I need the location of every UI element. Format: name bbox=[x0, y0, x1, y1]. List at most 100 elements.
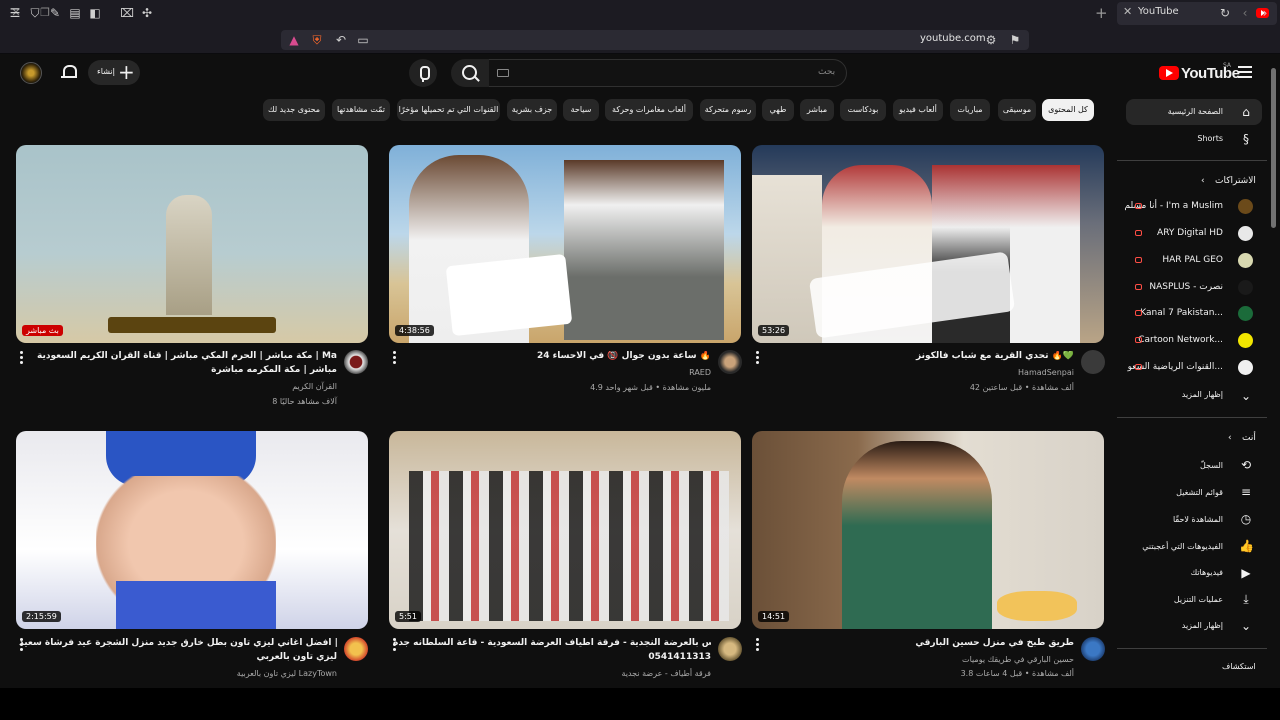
channel-avatar[interactable] bbox=[718, 637, 742, 661]
sidebar-toggle-icon[interactable]: ◧ bbox=[88, 6, 102, 20]
forward-icon[interactable]: › bbox=[1258, 6, 1272, 20]
costume-image bbox=[116, 581, 276, 629]
search-button[interactable] bbox=[451, 59, 489, 87]
sidebar-item-downloads[interactable]: عمليات التنزيل bbox=[1174, 595, 1223, 604]
close-tab-icon[interactable]: ✕ bbox=[1123, 5, 1132, 18]
chip-music[interactable]: موسيقى bbox=[998, 99, 1036, 121]
url-text[interactable]: youtube.com bbox=[920, 33, 986, 44]
channel-name[interactable]: فرقة أطياف - عرضة نجدية bbox=[621, 669, 711, 678]
video-title[interactable]: ليزي تاون | أفضل أغاني ليزي تاون بطل خار… bbox=[19, 638, 337, 648]
chevron-left-icon[interactable]: ‹ bbox=[1201, 176, 1205, 186]
subscriptions-header[interactable]: الاشتراكات bbox=[1215, 176, 1256, 186]
channel-name[interactable]: ليزي تاون بالعربية LazyTown bbox=[237, 669, 337, 678]
browser-tab[interactable]: ✕ YouTube bbox=[1117, 2, 1277, 25]
more-actions-icon[interactable] bbox=[18, 638, 24, 652]
site-settings-icon[interactable]: ⚙ bbox=[984, 33, 998, 47]
video-thumbnail[interactable] bbox=[752, 145, 1104, 343]
video-thumbnail[interactable] bbox=[389, 431, 741, 629]
channel-name[interactable]: HamadSenpai bbox=[1018, 368, 1074, 377]
you-header[interactable]: أنت bbox=[1242, 433, 1256, 443]
reload-icon[interactable]: ↻ bbox=[1218, 6, 1232, 20]
chevron-down-icon[interactable]: ⌄ bbox=[1239, 619, 1253, 633]
channel-name[interactable]: القرآن الكريم bbox=[292, 382, 337, 391]
aria-icon[interactable]: ▲ bbox=[287, 33, 301, 47]
video-title-line2[interactable]: 0541411313 bbox=[393, 652, 711, 662]
voice-search-icon[interactable] bbox=[409, 59, 437, 87]
video-title[interactable]: طريق طبخ في منزل حسين البارقي bbox=[756, 638, 1074, 648]
sidebar-item-history[interactable]: السجلّ bbox=[1200, 461, 1223, 470]
tabs-icon[interactable]: ▤ bbox=[68, 6, 82, 20]
more-actions-icon[interactable] bbox=[754, 351, 760, 365]
screenshot-icon[interactable]: ⌧ bbox=[120, 6, 134, 20]
video-title[interactable]: مكة مباشر | الحرم المكي مباشر | قناة الق… bbox=[37, 351, 337, 361]
chip-live[interactable]: مباشر bbox=[800, 99, 834, 121]
video-thumbnail[interactable] bbox=[16, 431, 368, 629]
channel-avatar[interactable] bbox=[1081, 350, 1105, 374]
show-more-you[interactable]: إظهار المزيد bbox=[1182, 621, 1223, 630]
back-icon[interactable]: ‹ bbox=[1238, 6, 1252, 20]
video-thumbnail[interactable] bbox=[16, 145, 368, 343]
extension-icon[interactable]: ✎ bbox=[48, 6, 62, 20]
undo-icon[interactable]: ↶ bbox=[334, 33, 348, 47]
chevron-left-icon[interactable]: ‹ bbox=[1228, 433, 1232, 443]
video-title[interactable]: 24 ساعة بدون جوال 📵 في الاحساء 🔥 bbox=[411, 351, 711, 361]
bookmark-icon[interactable]: ⚑ bbox=[1008, 33, 1022, 47]
chip-matches[interactable]: مباريات bbox=[950, 99, 990, 121]
chip-podcast[interactable]: بودكاست bbox=[840, 99, 886, 121]
chevron-down-icon[interactable]: ⌄ bbox=[1239, 389, 1253, 403]
chip-cooking[interactable]: طهي bbox=[762, 99, 794, 121]
video-title-line2[interactable]: مباشر | مكة المكرمه مباشرة bbox=[37, 365, 337, 375]
video-title-line2[interactable]: ليزي تاون بالعربي bbox=[19, 652, 337, 662]
user-avatar[interactable] bbox=[20, 62, 42, 84]
chip-video-games[interactable]: ألعاب فيديو bbox=[893, 99, 943, 121]
more-actions-icon[interactable] bbox=[18, 351, 24, 365]
channel-avatar[interactable] bbox=[344, 350, 368, 374]
reader-icon[interactable]: ▭ bbox=[356, 33, 370, 47]
scrollbar-thumb[interactable] bbox=[1271, 68, 1276, 228]
brave-shield-icon[interactable]: ⛨ bbox=[310, 33, 324, 47]
sidebar-item-liked[interactable]: الفيديوهات التي أعجبتني bbox=[1142, 542, 1223, 551]
sidebar-label-home: الصفحة الرئيسية bbox=[1167, 107, 1223, 116]
keyboard-icon[interactable] bbox=[497, 69, 509, 77]
channel-avatar[interactable] bbox=[718, 350, 742, 374]
guide-menu-icon[interactable] bbox=[1238, 66, 1252, 78]
chip-recently-uploaded[interactable]: القنوات التي تم تحميلها مؤخرًا bbox=[397, 99, 500, 121]
channel-name[interactable]: RAED bbox=[689, 368, 711, 377]
sidebar-item-watch-later[interactable]: المشاهدة لاحقًا bbox=[1173, 515, 1223, 524]
person-image bbox=[752, 175, 822, 343]
youtube-play-icon bbox=[1159, 66, 1179, 80]
sidebar-item-your-videos[interactable]: فيديوهاتك bbox=[1191, 568, 1223, 577]
channel-name[interactable]: حسين البارقي في طريقك يوميات bbox=[962, 655, 1074, 664]
video-title[interactable]: استقبال عريس بالعرضة النجدية - فرقة أطيا… bbox=[393, 638, 711, 648]
title-card-image bbox=[445, 253, 573, 337]
subscription-avatar bbox=[1238, 306, 1253, 321]
browser-titlebar bbox=[0, 0, 1280, 27]
show-more-subscriptions[interactable]: إظهار المزيد bbox=[1182, 390, 1223, 399]
chip-watched[interactable]: تمّت مشاهدتها bbox=[332, 99, 390, 121]
channel-avatar[interactable] bbox=[1081, 637, 1105, 661]
search-input[interactable] bbox=[488, 59, 847, 87]
video-thumbnail[interactable] bbox=[389, 145, 741, 343]
shield-icon[interactable]: ⛉ bbox=[28, 6, 42, 20]
address-bar[interactable] bbox=[281, 30, 1029, 50]
sidebar-item-playlists[interactable]: قوائم التشغيل bbox=[1176, 488, 1223, 497]
notifications-bell-icon[interactable] bbox=[61, 64, 77, 80]
chip-animation[interactable]: رسوم متحركة bbox=[700, 99, 756, 121]
chip-action-adventure[interactable]: ألعاب مغامرات وحركة bbox=[605, 99, 693, 121]
more-actions-icon[interactable] bbox=[391, 638, 397, 652]
channel-avatar[interactable] bbox=[344, 637, 368, 661]
home-icon: ⌂ bbox=[1242, 105, 1250, 119]
puzzle-icon[interactable]: ✣ bbox=[140, 6, 154, 20]
shorts-icon: § bbox=[1243, 132, 1249, 146]
more-actions-icon[interactable] bbox=[391, 351, 397, 365]
more-actions-icon[interactable] bbox=[754, 638, 760, 652]
sidebar-divider bbox=[1117, 648, 1267, 649]
menu-icon[interactable]: ☰ bbox=[8, 6, 22, 20]
video-thumbnail[interactable] bbox=[752, 431, 1104, 629]
chip-tourism[interactable]: سياحة bbox=[563, 99, 599, 121]
chip-all[interactable]: كل المحتوى bbox=[1042, 99, 1094, 121]
video-title[interactable]: تحدي القرية مع شباب فالكونز 🔥💚 bbox=[774, 351, 1074, 361]
new-tab-icon[interactable]: + bbox=[1095, 4, 1108, 22]
chip-new-to-you[interactable]: محتوى جديد لك bbox=[263, 99, 325, 121]
chip-human[interactable]: جزف بشرية bbox=[507, 99, 557, 121]
